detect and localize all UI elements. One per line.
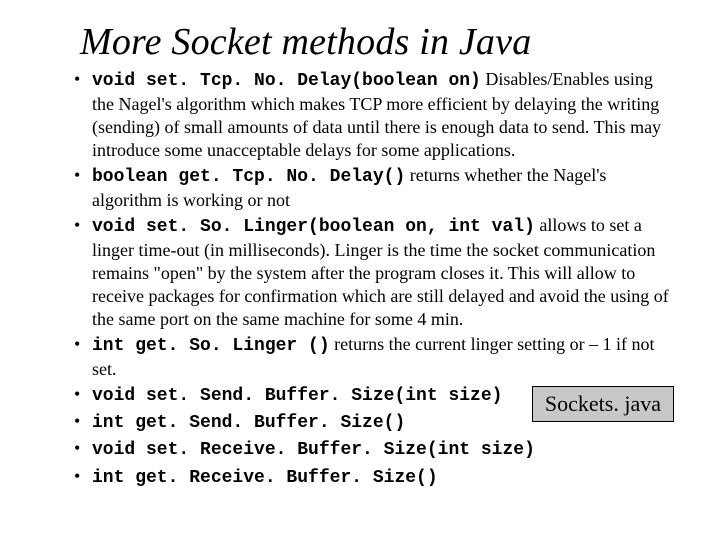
list-item: int get. So. Linger () returns the curre…	[74, 333, 670, 381]
filename-badge: Sockets. java	[532, 386, 674, 422]
list-item: void set. Receive. Buffer. Size(int size…	[74, 437, 670, 462]
code-snippet: void set. So. Linger(boolean on, int val…	[92, 217, 535, 237]
code-snippet: void set. Send. Buffer. Size(int size)	[92, 386, 502, 406]
list-item: void set. So. Linger(boolean on, int val…	[74, 214, 670, 331]
code-snippet: int get. Send. Buffer. Size()	[92, 413, 405, 433]
code-snippet: void set. Receive. Buffer. Size(int size…	[92, 440, 535, 460]
bullet-list: void set. Tcp. No. Delay(boolean on) Dis…	[74, 68, 670, 490]
code-snippet: int get. Receive. Buffer. Size()	[92, 468, 438, 488]
list-item: void set. Tcp. No. Delay(boolean on) Dis…	[74, 68, 670, 162]
code-snippet: void set. Tcp. No. Delay(boolean on)	[92, 71, 481, 91]
code-snippet: boolean get. Tcp. No. Delay()	[92, 167, 405, 187]
list-item: int get. Receive. Buffer. Size()	[74, 465, 670, 490]
list-item: boolean get. Tcp. No. Delay() returns wh…	[74, 164, 670, 212]
slide-title: More Socket methods in Java	[80, 20, 670, 64]
code-snippet: int get. So. Linger ()	[92, 336, 330, 356]
